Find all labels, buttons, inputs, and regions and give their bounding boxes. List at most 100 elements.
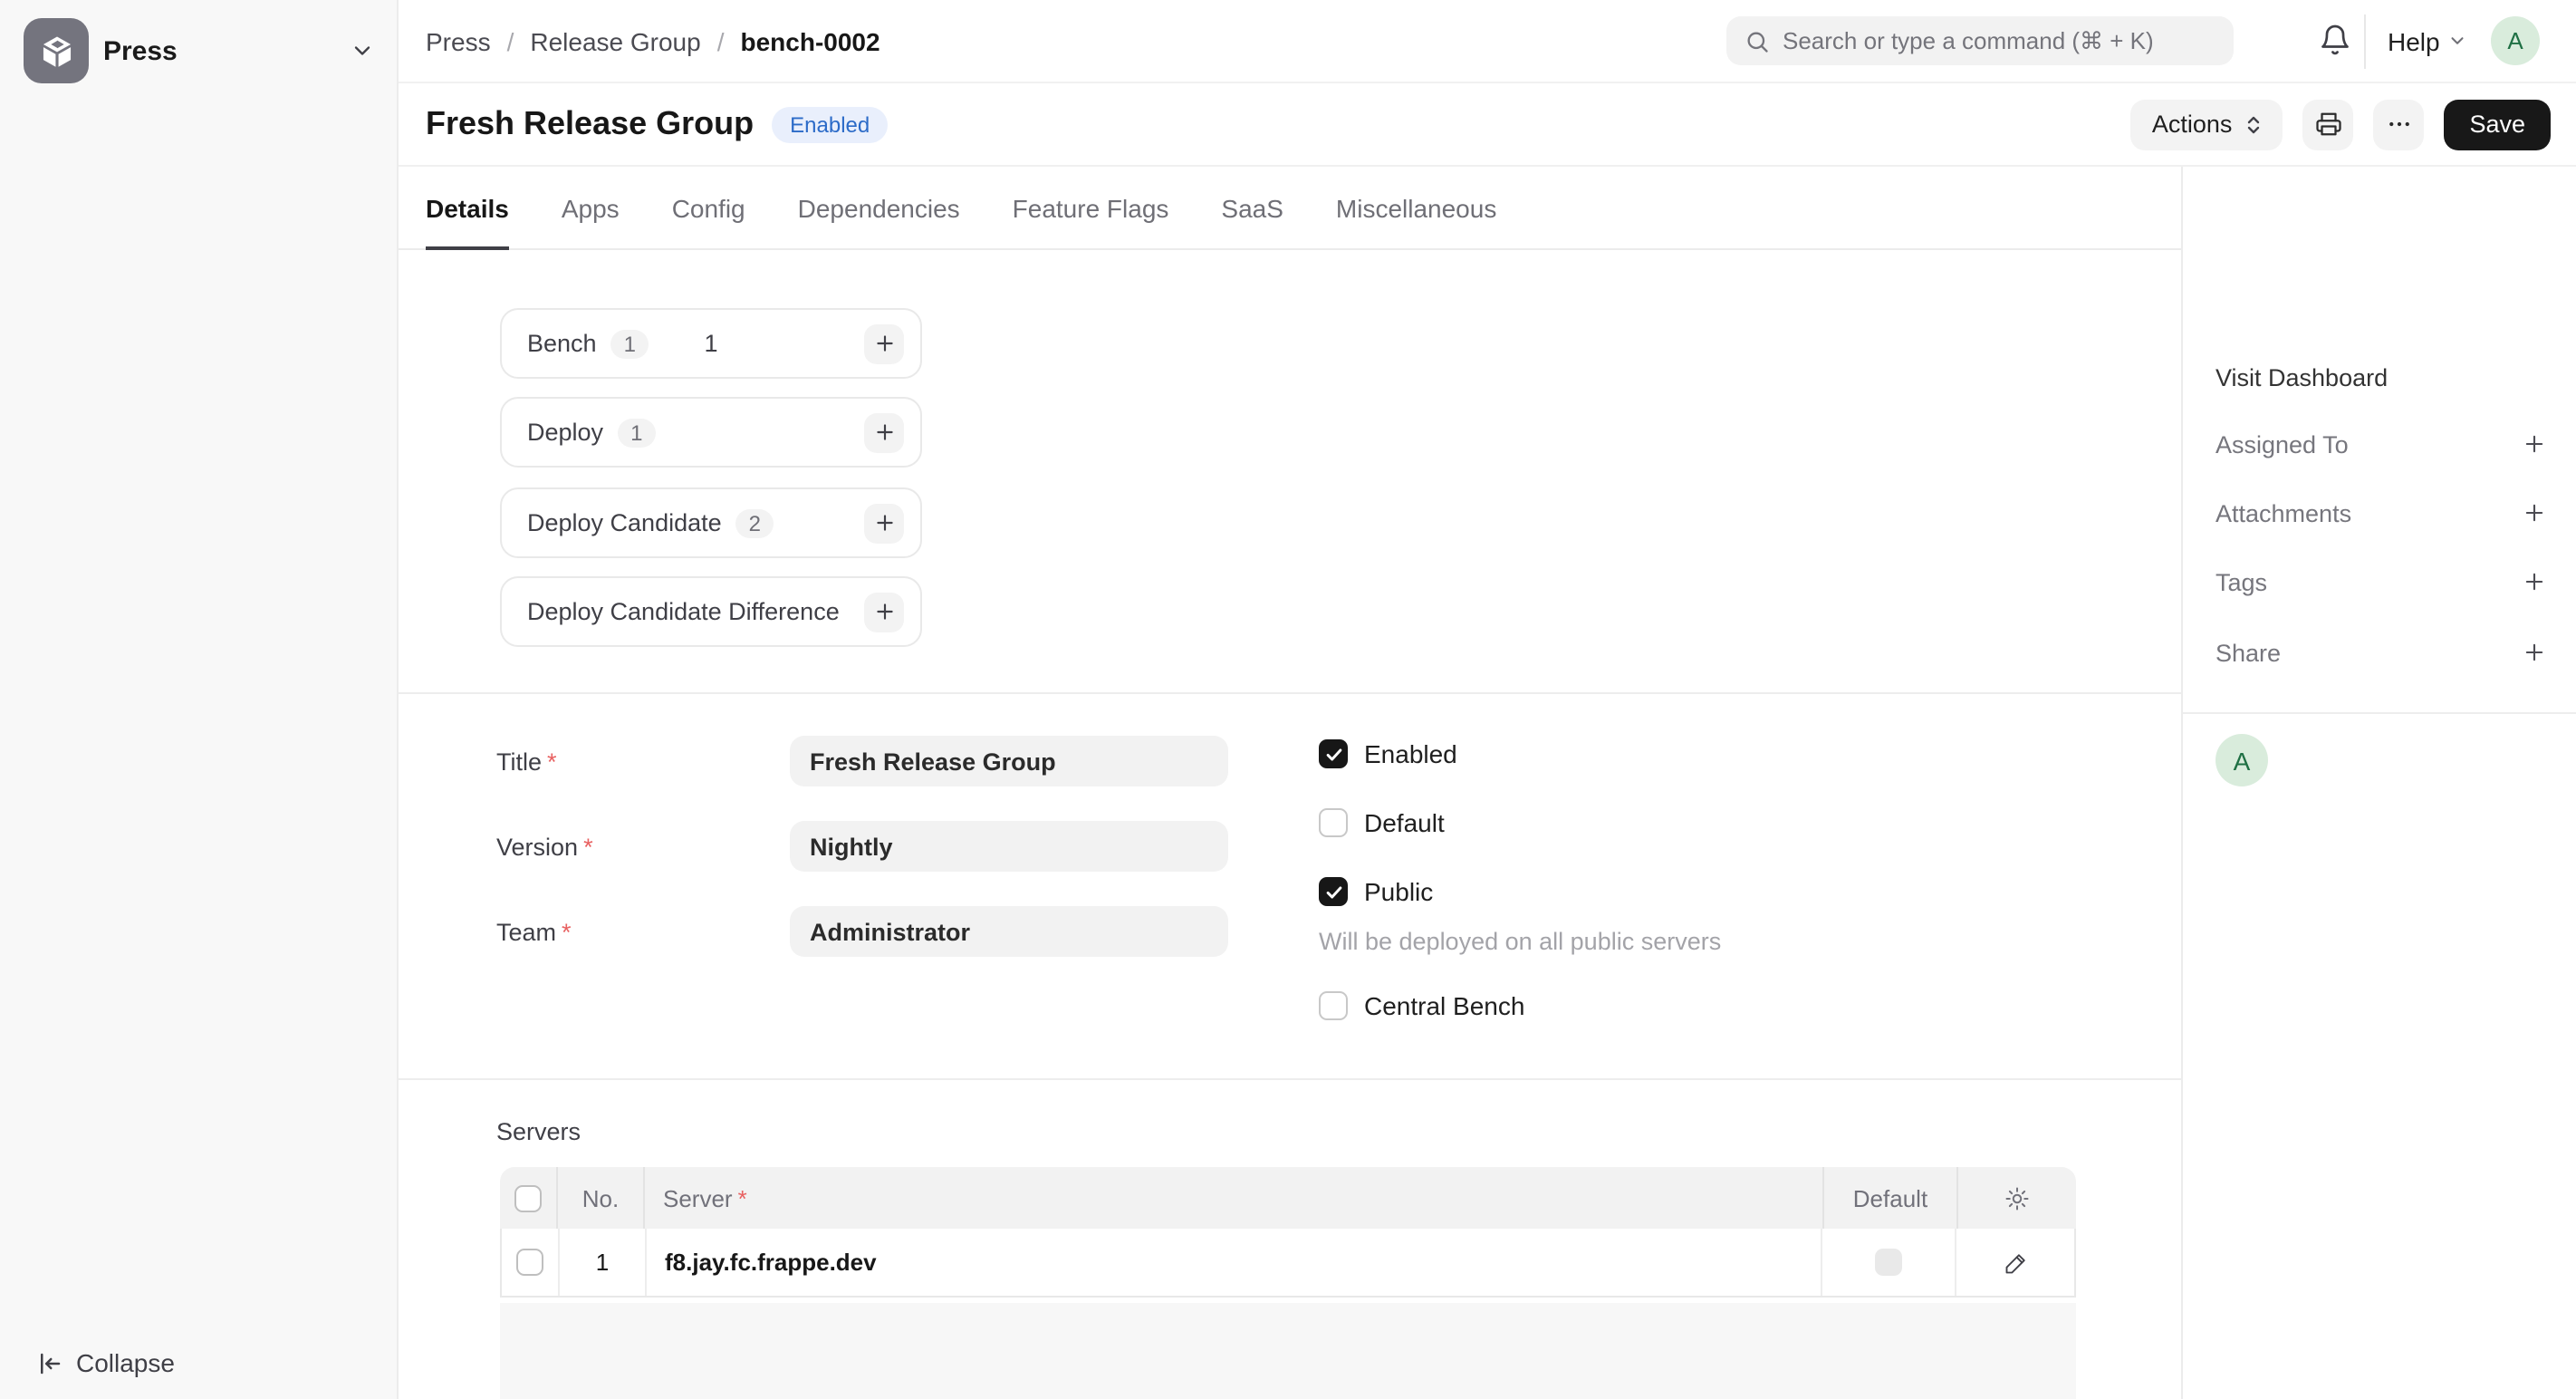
tabs: Details Apps Config Dependencies Feature… [426,167,1496,250]
document-header: Fresh Release Group Enabled Actions Save [399,83,2576,167]
servers-table-footer [500,1303,2076,1399]
breadcrumb-separator: / [507,26,514,55]
viewer-avatar[interactable]: A [2216,734,2268,786]
topbar-divider [2364,14,2366,69]
add-tag-icon[interactable] [2522,569,2547,594]
enabled-checkbox[interactable] [1319,739,1348,768]
required-asterisk: * [583,833,593,860]
default-checkbox-row[interactable]: Default [1319,808,1445,837]
tab-feature-flags[interactable]: Feature Flags [1013,167,1169,250]
chevron-down-icon [350,38,375,63]
deploy-candidate-count-badge: 2 [736,508,774,537]
tab-apps[interactable]: Apps [562,167,620,250]
add-deploy-candidate-button[interactable] [864,503,904,543]
public-checkbox[interactable] [1319,877,1348,906]
collapse-icon [36,1349,63,1376]
select-all-checkbox[interactable] [514,1184,542,1211]
tab-miscellaneous[interactable]: Miscellaneous [1336,167,1496,250]
title-field[interactable]: Fresh Release Group [790,736,1228,786]
deploy-candidate-difference-card-label: Deploy Candidate Difference [527,598,840,625]
plus-icon [872,511,896,535]
user-avatar[interactable]: A [2491,16,2540,65]
add-bench-button[interactable] [864,323,904,363]
add-share-icon[interactable] [2522,640,2547,665]
add-deploy-candidate-difference-button[interactable] [864,592,904,632]
central-bench-checkbox-row[interactable]: Central Bench [1319,991,1524,1020]
connection-card-bench[interactable]: Bench 1 1 [500,308,922,379]
command-search-input[interactable]: Search or type a command (⌘ + K) [1726,16,2234,65]
enabled-checkbox-row[interactable]: Enabled [1319,739,1457,768]
help-menu[interactable]: Help [2388,0,2467,82]
server-column-header: Server* [643,1167,1822,1229]
app-switcher[interactable]: Press [24,18,375,83]
package-icon [37,32,75,70]
more-options-button[interactable] [2373,99,2424,150]
status-badge: Enabled [772,106,888,142]
collapse-sidebar-button[interactable]: Collapse [36,1348,175,1377]
attachments-row: Attachments [2216,497,2547,529]
team-field-row: Team* Administrator [496,906,1228,957]
deploy-card-label: Deploy [527,419,603,446]
default-checkbox[interactable] [1319,808,1348,837]
attachments-label: Attachments [2216,499,2351,526]
add-deploy-button[interactable] [864,412,904,452]
version-field-row: Version* Nightly [496,821,1228,872]
assigned-to-label: Assigned To [2216,430,2349,458]
gear-icon[interactable] [2004,1184,2031,1211]
central-bench-checkbox-label: Central Bench [1364,991,1524,1020]
section-divider [399,1078,2181,1080]
row-number-cell: 1 [558,1229,645,1296]
help-label: Help [2388,26,2440,55]
public-checkbox-label: Public [1364,877,1433,906]
pencil-icon[interactable] [2003,1249,2028,1275]
row-select-checkbox[interactable] [516,1249,543,1276]
left-sidebar: Press Collapse [0,0,399,1399]
tab-details[interactable]: Details [426,167,509,250]
deploy-count-badge: 1 [618,418,655,447]
search-placeholder: Search or type a command (⌘ + K) [1783,26,2154,55]
plus-icon [872,600,896,623]
plus-icon [872,332,896,355]
add-assignment-icon[interactable] [2522,431,2547,457]
tab-saas[interactable]: SaaS [1221,167,1283,250]
connection-card-deploy[interactable]: Deploy 1 [500,397,922,468]
notifications-button[interactable] [2319,24,2351,56]
default-checkbox-label: Default [1364,808,1445,837]
row-edit-cell [1955,1229,2074,1296]
server-name-cell[interactable]: f8.jay.fc.frappe.dev [645,1229,1821,1296]
server-table-row[interactable]: 1 f8.jay.fc.frappe.dev [500,1229,2076,1298]
press-logo [24,18,89,83]
tags-row: Tags [2216,565,2547,598]
no-column-header: No. [556,1167,643,1229]
visit-dashboard-link[interactable]: Visit Dashboard [2216,364,2388,391]
tags-label: Tags [2216,568,2267,595]
deploy-candidate-card-label: Deploy Candidate [527,509,722,536]
document-title-group: Fresh Release Group Enabled [426,83,888,165]
title-field-row: Title* Fresh Release Group [496,736,1228,786]
search-icon [1745,28,1770,53]
tab-config[interactable]: Config [672,167,745,250]
collapse-label: Collapse [76,1348,175,1377]
servers-table-header: No. Server* Default [500,1167,2076,1229]
ellipsis-icon [2385,111,2412,138]
default-column-header: Default [1822,1167,1956,1229]
team-field-label: Team* [496,918,790,945]
add-attachment-icon[interactable] [2522,500,2547,526]
save-button[interactable]: Save [2444,99,2551,150]
central-bench-checkbox[interactable] [1319,991,1348,1020]
bell-icon [2319,24,2351,56]
connection-card-deploy-candidate-difference[interactable]: Deploy Candidate Difference [500,576,922,647]
tab-bar: Details Apps Config Dependencies Feature… [399,167,2181,250]
section-divider [399,692,2181,694]
connection-card-deploy-candidate[interactable]: Deploy Candidate 2 [500,487,922,558]
breadcrumb-item-press[interactable]: Press [426,26,491,55]
team-field[interactable]: Administrator [790,906,1228,957]
required-asterisk: * [738,1184,747,1211]
public-checkbox-row[interactable]: Public [1319,877,1433,906]
breadcrumb-item-release-group[interactable]: Release Group [530,26,700,55]
tab-dependencies[interactable]: Dependencies [798,167,960,250]
actions-button[interactable]: Actions [2130,99,2283,150]
print-button[interactable] [2302,99,2353,150]
assigned-to-row: Assigned To [2216,428,2547,460]
version-field[interactable]: Nightly [790,821,1228,872]
